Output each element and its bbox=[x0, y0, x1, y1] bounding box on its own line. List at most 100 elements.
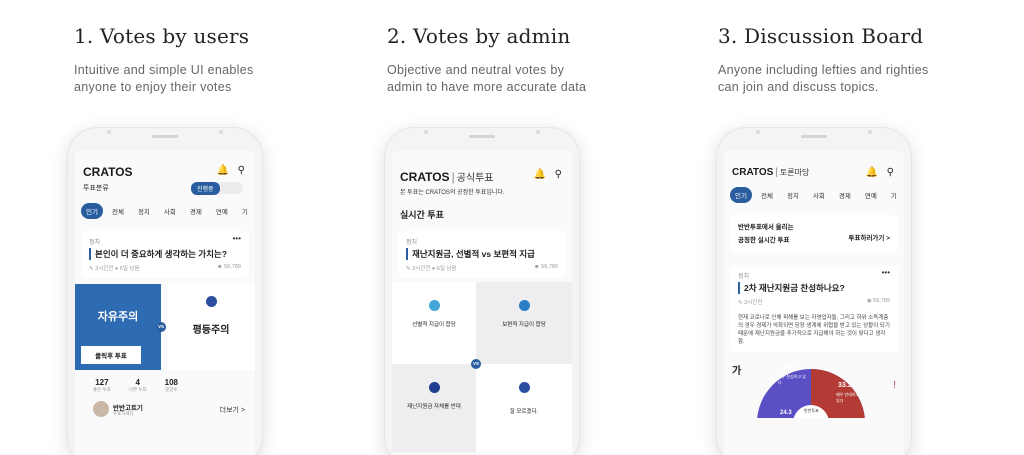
feature-2-desc: Objective and neutral votes by admin to … bbox=[387, 62, 677, 96]
brand-separator: | bbox=[775, 167, 778, 178]
header-icons: 🔔 ⚲ bbox=[859, 167, 894, 178]
tab-politics[interactable]: 정치 bbox=[782, 187, 804, 203]
stat-good-value: 127 bbox=[95, 378, 109, 387]
pie-left-value: 16.7 bbox=[784, 364, 798, 371]
pencil-icon: ✎ bbox=[406, 266, 411, 272]
tab-popular[interactable]: 인기 bbox=[730, 187, 752, 203]
post-views-meta: ◉ 56,789 bbox=[867, 298, 890, 306]
bell-icon[interactable]: 🔔 bbox=[865, 167, 877, 178]
filter-badge[interactable]: 진행중 bbox=[191, 182, 220, 195]
post-body: 현재 코로나로 인해 피해를 보는 자영업자들, 그리고 하위 소득계층의 경우… bbox=[738, 315, 890, 345]
vote-button[interactable]: 클릭후 투표 bbox=[81, 346, 141, 364]
phone-admin-votes: CRATOS | 공식투표 🔔 ⚲ 본 투표는 CRATOS의 공정한 투표입니다.… bbox=[384, 127, 580, 455]
vote-card[interactable]: 정치 ••• 본인이 더 중요하게 생각하는 가치는? ✎ 3시간전 ● 6일 … bbox=[81, 231, 249, 278]
stat-comments: 108 댓글수 bbox=[165, 378, 178, 393]
option-left-block[interactable]: 자유주의 클릭후 투표 bbox=[75, 284, 161, 370]
author-row: 반반고트기 투표하세다 더보기 > bbox=[75, 399, 255, 425]
tab-popular[interactable]: 인기 bbox=[81, 203, 103, 219]
phone-discussion-board: CRATOS | 토론마당 🔔 ⚲ 인기 전체 정치 사회 경제 연예 기 반반투표… bbox=[716, 127, 912, 455]
more-options-icon[interactable]: ••• bbox=[233, 234, 241, 243]
option-right-block[interactable]: 평등주의 bbox=[167, 284, 255, 370]
tab-economy[interactable]: 경제 bbox=[185, 203, 207, 219]
search-icon[interactable]: ⚲ bbox=[887, 167, 894, 178]
more-link[interactable]: 더보기 > bbox=[220, 405, 245, 415]
more-options-icon[interactable]: ••• bbox=[882, 268, 890, 277]
avatar[interactable] bbox=[93, 401, 109, 417]
phone-sensor-dot bbox=[219, 130, 223, 134]
users-icon: ☻ bbox=[216, 264, 223, 270]
vote-question: 본인이 더 중요하게 생각하는 가치는? bbox=[89, 248, 241, 260]
header-icons: 🔔 ⚲ bbox=[210, 165, 245, 176]
pencil-icon: ✎ bbox=[89, 266, 94, 272]
post-time: 3시간전 bbox=[744, 300, 763, 306]
banner-cta[interactable]: 투표하러가기 > bbox=[849, 232, 890, 242]
brand-subtitle: 공식투표 bbox=[456, 173, 494, 184]
option-4[interactable]: 잘 모르겠다. bbox=[476, 364, 572, 452]
option-2[interactable]: 보편적 지급이 합당 bbox=[476, 282, 572, 364]
vote-category: 정치 bbox=[406, 240, 418, 246]
stat-comments-label: 댓글수 bbox=[165, 387, 178, 392]
clock-icon: ● bbox=[431, 266, 436, 272]
post-card[interactable]: 정치 ••• 2차 재난지원금 찬성하나요? ✎ 3시간전 ◉ 56,789 현… bbox=[730, 265, 898, 352]
vote-question: 재난지원금, 선별적 vs 보편적 지급 bbox=[406, 248, 558, 260]
vote-time-meta: ✎ 3시간전 ● 6일 남음 bbox=[406, 264, 457, 272]
brand-separator: | bbox=[451, 170, 455, 184]
section-title: 실시간 투표 bbox=[400, 210, 444, 220]
tab-entertainment[interactable]: 연예 bbox=[860, 187, 882, 203]
phone-speaker bbox=[801, 135, 827, 138]
brand-logo: CRATOS | 공식투표 bbox=[400, 170, 494, 184]
bell-icon[interactable]: 🔔 bbox=[216, 165, 228, 176]
search-icon[interactable]: ⚲ bbox=[555, 169, 562, 180]
stat-good-label: 좋은 투표 bbox=[93, 387, 111, 392]
phone-camera-dot bbox=[756, 130, 760, 134]
tab-society[interactable]: 사회 bbox=[808, 187, 830, 203]
pencil-icon: ✎ bbox=[738, 300, 743, 306]
vote-category: 정치 bbox=[89, 240, 101, 246]
feature-2-desc-line-2: admin to have more accurate data bbox=[387, 80, 587, 94]
tab-all[interactable]: 전체 bbox=[756, 187, 778, 203]
tab-more[interactable]: 기 bbox=[886, 187, 902, 203]
feature-3-desc-line-2: can join and discuss topics. bbox=[718, 80, 879, 94]
tab-entertainment[interactable]: 연예 bbox=[211, 203, 233, 219]
option-4-label: 잘 모르겠다. bbox=[509, 409, 539, 415]
search-icon[interactable]: ⚲ bbox=[238, 165, 245, 176]
option-right-label: 평등주의 bbox=[192, 325, 230, 336]
feature-3-desc: Anyone including lefties and righties ca… bbox=[718, 62, 1008, 96]
tab-politics[interactable]: 정치 bbox=[133, 203, 155, 219]
phone-sensor-dot bbox=[868, 130, 872, 134]
vote-time: 3시간전 bbox=[95, 266, 114, 272]
vote-participants-meta: ☻ 56,789 bbox=[534, 264, 558, 272]
tab-society[interactable]: 사회 bbox=[159, 203, 181, 219]
phone-speaker bbox=[152, 135, 178, 138]
vote-card[interactable]: 정치 재난지원금, 선별적 vs 보편적 지급 ✎ 3시간전 ● 6일 남음 ☻… bbox=[398, 231, 566, 278]
bell-icon[interactable]: 🔔 bbox=[533, 169, 545, 180]
post-time-meta: ✎ 3시간전 bbox=[738, 298, 762, 306]
post-category: 정치 bbox=[738, 274, 750, 280]
filter-row: 투표분류 진행중 bbox=[75, 181, 255, 197]
option-1-icon bbox=[428, 300, 440, 311]
brand-subtitle: 토론마당 bbox=[779, 168, 810, 177]
section-letter: 가 bbox=[732, 366, 742, 377]
option-1[interactable]: 선별적 지급이 합당 bbox=[392, 282, 476, 364]
app-header: CRATOS 🔔 ⚲ bbox=[75, 151, 255, 181]
vs-badge: VS bbox=[156, 322, 166, 332]
phone-user-votes: CRATOS 🔔 ⚲ 투표분류 진행중 인기 전체 정치 사회 경제 연예 기 … bbox=[67, 127, 263, 455]
pie-right-label: 매우 반대하고 있다 bbox=[836, 392, 860, 403]
users-icon: ☻ bbox=[533, 264, 540, 270]
option-2-label: 보편적 지급이 합당 bbox=[502, 322, 546, 328]
pie-center-label: 반반투표 bbox=[804, 408, 819, 413]
option-3[interactable]: 재난지원금 자체를 반대 bbox=[392, 364, 476, 452]
promo-banner[interactable]: 반반투표에서 올리는 공정한 실시간 투표 투표하러가기 > bbox=[730, 215, 898, 253]
brand-logo: CRATOS bbox=[83, 165, 133, 179]
vs-badge: VS bbox=[471, 359, 481, 369]
stat-bad: 4 나쁜 투표 bbox=[129, 378, 147, 393]
vote-participants-meta: ☻ 56,789 bbox=[217, 264, 241, 272]
pie-bottom-value: 24.3 bbox=[780, 410, 792, 416]
feature-2-title: 2. Votes by admin bbox=[387, 24, 571, 48]
tab-more[interactable]: 기 bbox=[237, 203, 253, 219]
pie-left-label: 매우 찬성하고 있다 bbox=[778, 374, 806, 385]
tab-economy[interactable]: 경제 bbox=[834, 187, 856, 203]
feature-3: 3. Discussion Board Anyone including lef… bbox=[718, 24, 1008, 96]
pie-right-value: 33.3 bbox=[838, 382, 852, 389]
tab-all[interactable]: 전체 bbox=[107, 203, 129, 219]
